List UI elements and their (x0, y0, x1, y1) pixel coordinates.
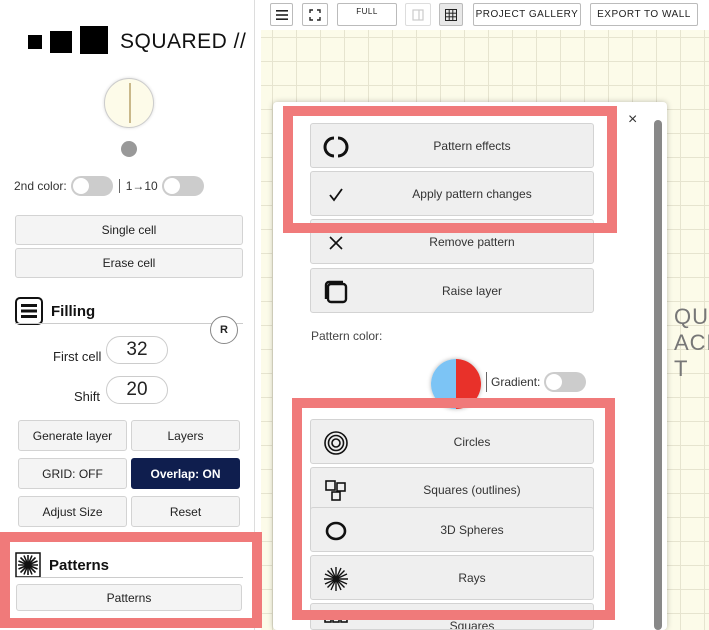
modal-scrollbar[interactable] (654, 120, 662, 630)
sidebar: SQUARED // 2nd color: 1→10 Single cell E… (0, 0, 255, 630)
pattern-circles-button[interactable]: Circles (310, 419, 594, 464)
hamburger-icon (275, 9, 288, 20)
color-dial[interactable] (104, 78, 154, 128)
pattern-squares-outlines-button[interactable]: Squares (outlines) (310, 467, 594, 512)
overlap-on-button[interactable]: Overlap: ON (131, 458, 240, 489)
grid-off-button[interactable]: GRID: OFF (18, 458, 127, 489)
patterns-button[interactable]: Patterns (16, 584, 242, 611)
second-color-toggle[interactable] (70, 176, 113, 196)
fullscreen-button[interactable] (302, 3, 328, 26)
reset-r-button[interactable]: R (210, 316, 238, 344)
toggle-row: 2nd color: 1→10 (14, 176, 204, 196)
pattern-squares-button[interactable]: Squares (310, 603, 594, 630)
pattern-rays-button[interactable]: Rays (310, 555, 594, 600)
filling-icon (15, 297, 43, 325)
export-to-wall-button[interactable]: EXPORT TO WALL (590, 3, 698, 26)
fullscreen-icon (309, 8, 321, 21)
erase-cell-button[interactable]: Erase cell (15, 248, 243, 278)
shift-label: Shift (74, 389, 101, 404)
first-cell-input[interactable]: 32 (106, 336, 168, 364)
squares-outlines-icon (323, 478, 349, 504)
first-cell-label: First cell (53, 349, 102, 364)
filling-title: Filling (51, 302, 96, 320)
apply-pattern-changes-button[interactable]: Apply pattern changes (310, 171, 594, 216)
adjust-size-button[interactable]: Adjust Size (18, 496, 127, 527)
rays-label: Rays (458, 570, 486, 585)
divider (118, 179, 120, 193)
logo-square-large (80, 26, 108, 54)
second-color-label: 2nd color: (14, 179, 67, 193)
logo: SQUARED // (28, 26, 246, 54)
remove-pattern-button[interactable]: Remove pattern (310, 219, 594, 264)
pattern-3d-spheres-button[interactable]: 3D Spheres (310, 507, 594, 552)
circles-label: Circles (453, 434, 491, 449)
generate-layer-button[interactable]: Generate layer (18, 420, 127, 451)
pattern-effects-button[interactable]: Pattern effects (310, 123, 594, 168)
squares-label: Squares (449, 619, 495, 630)
squares-outlines-label: Squares (outlines) (423, 482, 521, 497)
color-indicator-dot[interactable] (121, 141, 137, 157)
circles-icon (323, 430, 349, 456)
patterns-divider (15, 577, 243, 578)
filling-divider (15, 323, 243, 324)
grid-toggle-button[interactable] (439, 3, 463, 26)
canvas-text-line-2: ACE (674, 330, 709, 355)
remove-x-icon (323, 230, 349, 256)
checkmark-icon (323, 182, 349, 208)
menu-button[interactable] (270, 3, 293, 26)
single-cell-button[interactable]: Single cell (15, 215, 243, 245)
range-toggle[interactable] (161, 176, 204, 196)
filling-section-header: Filling (15, 297, 95, 325)
logo-square-medium (50, 31, 72, 53)
logo-text: SQUARED // (120, 30, 247, 53)
gradient-divider (486, 372, 487, 392)
shift-input[interactable]: 20 (106, 376, 168, 404)
range-label: 1→10 (125, 179, 158, 193)
reset-button[interactable]: Reset (131, 496, 240, 527)
pattern-effects-icon (323, 134, 349, 160)
close-icon[interactable]: × (628, 111, 637, 129)
gradient-toggle[interactable] (544, 372, 587, 392)
starburst-icon (15, 552, 41, 578)
canvas-text-line-3: T (674, 356, 689, 381)
project-gallery-button[interactable]: PROJECT GALLERY (473, 3, 581, 26)
pattern-color-label: Pattern color: (311, 329, 383, 343)
raise-layer-button[interactable]: Raise layer (310, 268, 594, 313)
grid-icon (445, 8, 457, 21)
panel-icon (412, 8, 424, 21)
rays-icon (323, 566, 349, 592)
apply-pattern-changes-label: Apply pattern changes (412, 186, 532, 201)
squares-icon (323, 614, 349, 629)
logo-square-small (28, 35, 42, 49)
layers-button[interactable]: Layers (131, 420, 240, 451)
canvas-text-line-1: QUAI (674, 304, 709, 329)
gradient-row: Gradient: (486, 372, 587, 392)
gradient-label: Gradient: (491, 375, 541, 389)
pattern-color-picker[interactable] (431, 359, 481, 409)
patterns-title: Patterns (49, 556, 110, 574)
spheres-icon (323, 518, 349, 544)
raise-layer-icon (323, 279, 349, 305)
pattern-effects-label: Pattern effects (433, 138, 511, 153)
patterns-section-header: Patterns (15, 552, 109, 578)
remove-pattern-label: Remove pattern (429, 234, 515, 249)
raise-layer-label: Raise layer (441, 283, 503, 298)
disabled-tool-button (405, 3, 431, 26)
full-button[interactable]: FULL (337, 3, 397, 26)
3d-spheres-label: 3D Spheres (440, 522, 504, 537)
